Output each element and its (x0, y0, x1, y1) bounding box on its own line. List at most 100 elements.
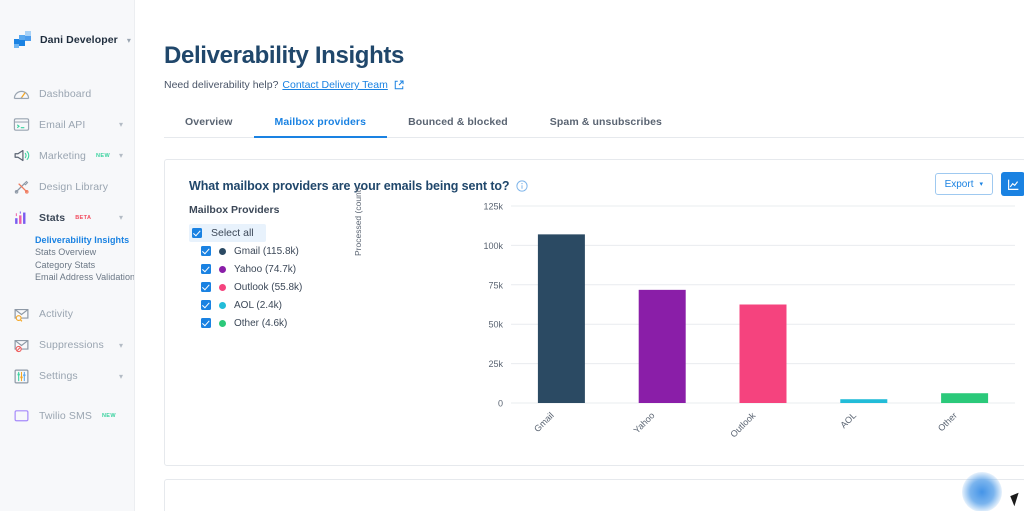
legend-item-gmail[interactable]: Gmail (115.8k) (189, 242, 302, 260)
stats-submenu: Deliverability Insights Stats Overview C… (0, 233, 134, 290)
page-title: Deliverability Insights (164, 42, 405, 69)
legend-checkbox[interactable] (201, 282, 211, 292)
bar-chart: 0 25k 50k 75k 100k 125k Gmail Yahoo Outlook AOL Ot… (483, 202, 1015, 439)
legend-label: AOL (2.4k) (234, 299, 282, 311)
sidebar-item-label: Settings (39, 370, 78, 383)
sidebar-item-settings[interactable]: Settings ▾ (0, 361, 134, 392)
provider-legend: Select all Gmail (115.8k) Yahoo (74.7k) … (189, 224, 302, 332)
legend-color-dot (219, 283, 226, 291)
y-axis-tick-label: 100k (483, 241, 503, 251)
sliders-icon (14, 369, 29, 384)
sidebar-item-stats[interactable]: Stats BETA ▾ (0, 202, 134, 233)
tab-spam-unsubscribes[interactable]: Spam & unsubscribes (529, 116, 683, 137)
external-link-icon[interactable] (394, 80, 404, 90)
sidebar-item-label: Email API (39, 118, 86, 131)
sidebar-item-design-library[interactable]: Design Library (0, 171, 134, 202)
tab-bounced-blocked[interactable]: Bounced & blocked (387, 116, 529, 137)
sidebar: Dani Developer ▾ Dashboard Email API ▾ M… (0, 0, 135, 511)
sidebar-item-label: Activity (39, 308, 74, 321)
y-axis-tick-label: 125k (483, 202, 503, 212)
chevron-down-icon: ▾ (979, 181, 983, 188)
legend-checkbox[interactable] (201, 318, 211, 328)
info-circle-icon[interactable] (516, 180, 529, 192)
message-icon (14, 409, 29, 421)
help-line: Need deliverability help? Contact Delive… (164, 79, 1024, 91)
legend-item-aol[interactable]: AOL (2.4k) (189, 296, 302, 314)
select-all-row[interactable]: Select all (189, 224, 266, 242)
chevron-down-icon[interactable]: ▾ (119, 341, 123, 350)
legend-label: Gmail (115.8k) (234, 245, 299, 257)
x-axis-tick-label: Outlook (728, 410, 757, 439)
chevron-down-icon[interactable]: ▾ (127, 36, 131, 45)
legend-color-dot (219, 247, 226, 255)
sidebar-item-label: Design Library (39, 180, 109, 193)
sidebar-nav: Dashboard Email API ▾ Marketing NEW ▾ De… (0, 78, 134, 432)
sidebar-subitem-deliverability-insights[interactable]: Deliverability Insights (35, 234, 134, 246)
sidebar-item-label: Marketing (39, 149, 87, 162)
sidebar-item-label: Stats (39, 211, 66, 224)
sidebar-item-dashboard[interactable]: Dashboard (0, 78, 134, 109)
main-content: Deliverability Insights Need deliverabil… (135, 0, 1024, 511)
account-switcher[interactable]: Dani Developer ▾ (0, 0, 134, 56)
y-axis-tick-label: 0 (498, 399, 503, 409)
gauge-icon (13, 90, 30, 100)
legend-item-outlook[interactable]: Outlook (55.8k) (189, 278, 302, 296)
bar[interactable] (840, 399, 888, 403)
new-badge: NEW (96, 152, 111, 159)
legend-color-dot (219, 265, 226, 273)
sidebar-item-marketing[interactable]: Marketing NEW ▾ (0, 140, 134, 171)
sidebar-subitem-category-stats[interactable]: Category Stats (35, 259, 134, 271)
export-button[interactable]: Export ▾ (934, 173, 993, 195)
x-axis-tick-label: Yahoo (632, 410, 657, 435)
chevron-down-icon[interactable]: ▾ (119, 151, 123, 160)
legend-label: Outlook (55.8k) (234, 281, 303, 293)
envelope-block-icon (14, 339, 29, 352)
y-axis-label: Processed (count) (353, 187, 363, 256)
bar[interactable] (537, 234, 585, 403)
page-header: Deliverability Insights Need deliverabil… (135, 0, 1024, 91)
legend-color-dot (219, 319, 226, 327)
x-axis-tick-label: Gmail (532, 410, 556, 434)
bar[interactable] (739, 304, 787, 404)
account-name: Dani Developer (40, 34, 118, 46)
legend-checkbox[interactable] (201, 264, 211, 274)
chart-type-toggle-button[interactable] (1001, 172, 1024, 196)
legend-label: Other (4.6k) (234, 317, 288, 329)
sidebar-item-suppressions[interactable]: Suppressions ▾ (0, 330, 134, 361)
legend-checkbox[interactable] (201, 246, 211, 256)
sidebar-item-activity[interactable]: Activity (0, 299, 134, 330)
sidebar-subitem-stats-overview[interactable]: Stats Overview (35, 246, 134, 258)
tab-bar: Overview Mailbox providers Bounced & blo… (164, 108, 1024, 138)
terminal-icon (13, 118, 30, 131)
legend-heading: Mailbox Providers (189, 204, 280, 216)
legend-color-dot (219, 301, 226, 309)
sidebar-subitem-email-address-validation[interactable]: Email Address Validation (35, 271, 134, 283)
card-toolbar: Export ▾ (934, 172, 1024, 196)
contact-delivery-team-link[interactable]: Contact Delivery Team (282, 79, 387, 91)
chevron-down-icon[interactable]: ▾ (119, 372, 123, 381)
tab-mailbox-providers[interactable]: Mailbox providers (253, 116, 388, 138)
chevron-down-icon[interactable]: ▾ (119, 120, 123, 129)
legend-item-yahoo[interactable]: Yahoo (74.7k) (189, 260, 302, 278)
sidebar-item-email-api[interactable]: Email API ▾ (0, 109, 134, 140)
chevron-down-icon[interactable]: ▾ (119, 213, 123, 222)
select-all-checkbox[interactable] (192, 228, 202, 238)
mosaic-logo (14, 30, 33, 50)
legend-checkbox[interactable] (201, 300, 211, 310)
bar[interactable] (638, 289, 686, 403)
sidebar-item-twilio-sms[interactable]: Twilio SMS NEW (0, 401, 134, 432)
y-axis-tick-label: 50k (488, 320, 503, 330)
line-chart-icon (1007, 179, 1018, 190)
legend-item-other[interactable]: Other (4.6k) (189, 314, 302, 332)
app-root: Dani Developer ▾ Dashboard Email API ▾ M… (0, 0, 1024, 511)
bar[interactable] (941, 393, 989, 403)
tab-overview[interactable]: Overview (164, 116, 254, 137)
beta-badge: BETA (75, 214, 92, 221)
x-axis-tick-label: AOL (838, 410, 858, 430)
secondary-card (164, 479, 1024, 511)
sidebar-item-label: Dashboard (39, 87, 92, 100)
envelope-search-icon (14, 308, 29, 322)
legend-label: Yahoo (74.7k) (234, 263, 297, 275)
y-axis-tick-label: 75k (488, 280, 503, 290)
card-title-text: What mailbox providers are your emails b… (189, 179, 510, 193)
